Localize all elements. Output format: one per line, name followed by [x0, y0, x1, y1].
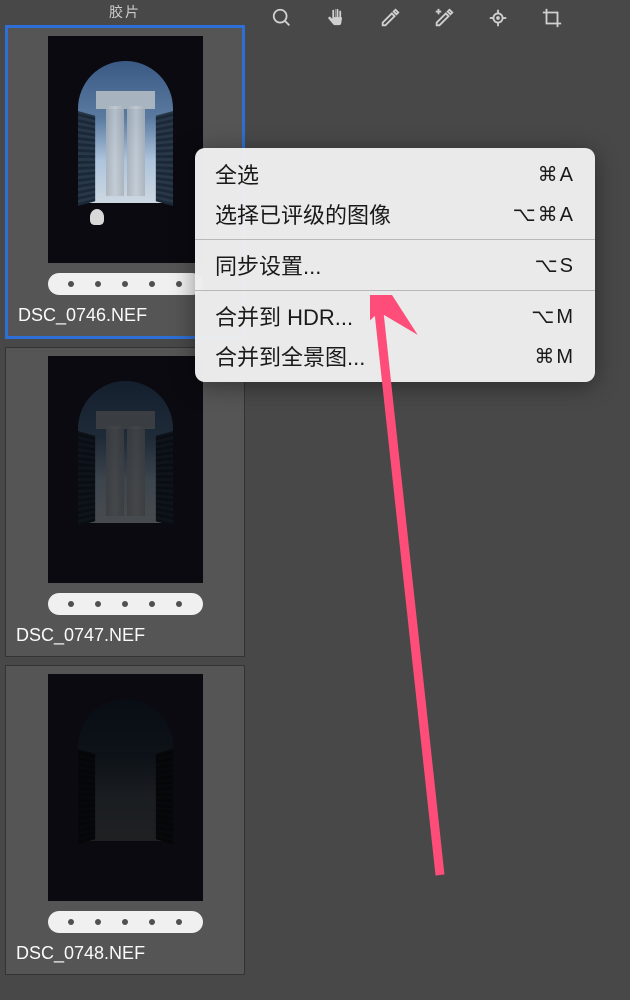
rating-dots[interactable] — [48, 273, 203, 295]
main-toolbar — [250, 0, 630, 36]
menu-divider — [195, 290, 595, 291]
thumbnail-image — [48, 36, 203, 263]
crop-icon[interactable] — [538, 4, 566, 32]
eyedropper-plus-icon[interactable] — [430, 4, 458, 32]
menu-shortcut: ⌘A — [538, 162, 575, 187]
menu-shortcut: ⌥M — [531, 304, 575, 329]
zoom-icon[interactable] — [268, 4, 296, 32]
thumbnail-image — [48, 356, 203, 583]
menu-divider — [195, 239, 595, 240]
menu-shortcut: ⌥S — [535, 253, 575, 278]
menu-select-all[interactable]: 全选 ⌘A — [195, 154, 595, 194]
thumbnail-filename: DSC_0747.NEF — [14, 625, 236, 646]
sidebar-header: 胶片 — [5, 0, 245, 25]
thumbnail-item[interactable]: DSC_0748.NEF — [5, 665, 245, 975]
thumbnail-item[interactable]: DSC_0747.NEF — [5, 347, 245, 657]
target-adjust-icon[interactable] — [484, 4, 512, 32]
thumbnail-filename: DSC_0748.NEF — [14, 943, 236, 964]
menu-label: 同步设置... — [215, 249, 321, 281]
context-menu: 全选 ⌘A 选择已评级的图像 ⌥⌘A 同步设置... ⌥S 合并到 HDR...… — [195, 148, 595, 382]
menu-merge-panorama[interactable]: 合并到全景图... ⌘M — [195, 336, 595, 376]
eyedropper-icon[interactable] — [376, 4, 404, 32]
menu-sync-settings[interactable]: 同步设置... ⌥S — [195, 245, 595, 285]
thumbnail-image — [48, 674, 203, 901]
menu-label: 全选 — [215, 158, 259, 190]
menu-label: 合并到 HDR... — [215, 300, 353, 332]
menu-shortcut: ⌘M — [534, 344, 575, 369]
menu-label: 合并到全景图... — [215, 340, 365, 372]
menu-label: 选择已评级的图像 — [215, 198, 391, 230]
menu-shortcut: ⌥⌘A — [513, 202, 575, 227]
menu-merge-hdr[interactable]: 合并到 HDR... ⌥M — [195, 296, 595, 336]
hand-icon[interactable] — [322, 4, 350, 32]
rating-dots[interactable] — [48, 593, 203, 615]
rating-dots[interactable] — [48, 911, 203, 933]
menu-select-rated[interactable]: 选择已评级的图像 ⌥⌘A — [195, 194, 595, 234]
